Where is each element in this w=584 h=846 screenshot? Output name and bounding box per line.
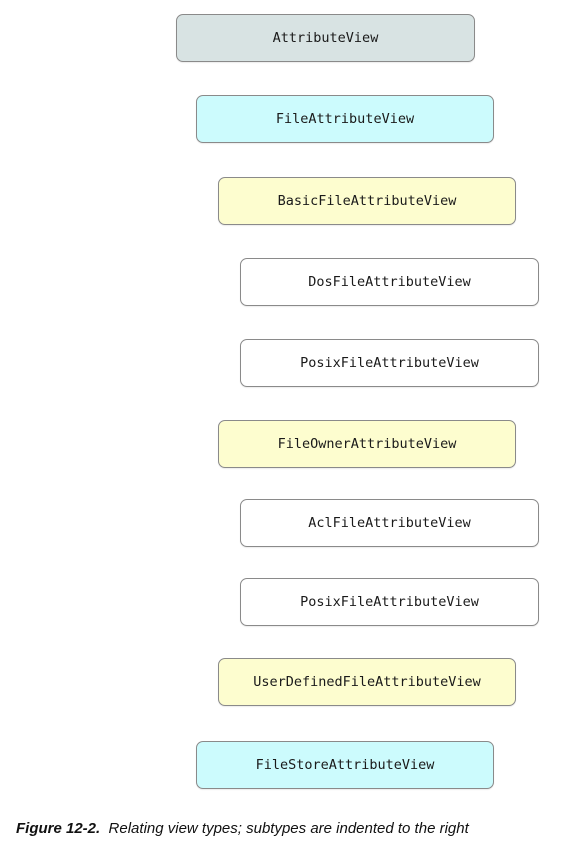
node-acl-file-attribute-view: AclFileAttributeView [240, 499, 539, 547]
node-user-defined-file-attribute-view: UserDefinedFileAttributeView [218, 658, 516, 706]
node-posix-file-attribute-view-basic: PosixFileAttributeView [240, 339, 539, 387]
node-file-attribute-view: FileAttributeView [196, 95, 494, 143]
node-file-owner-attribute-view: FileOwnerAttributeView [218, 420, 516, 468]
node-file-store-attribute-view: FileStoreAttributeView [196, 741, 494, 789]
figure-caption-text: Relating view types; subtypes are indent… [108, 820, 469, 837]
figure-caption: Figure 12-2. Relating view types; subtyp… [16, 820, 469, 837]
node-posix-file-attribute-view-owner: PosixFileAttributeView [240, 578, 539, 626]
node-dos-file-attribute-view: DosFileAttributeView [240, 258, 539, 306]
figure-label: Figure 12-2. [16, 820, 101, 837]
node-basic-file-attribute-view: BasicFileAttributeView [218, 177, 516, 225]
node-attribute-view: AttributeView [176, 14, 475, 62]
